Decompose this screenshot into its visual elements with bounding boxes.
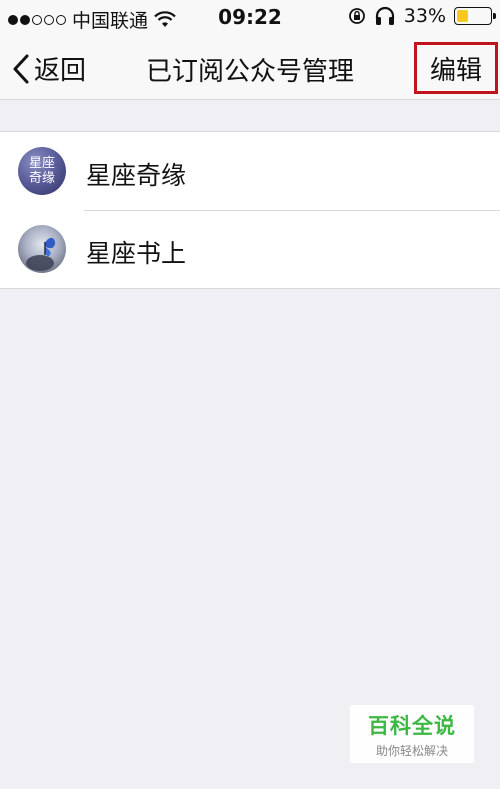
- avatar: [18, 225, 66, 273]
- avatar-text-line-1: 星座: [28, 156, 55, 171]
- battery-icon: [454, 7, 496, 25]
- status-right: 33%: [348, 5, 496, 27]
- edit-label: 编辑: [429, 55, 482, 86]
- navigation-bar: 返回 已订阅公众号管理 编辑: [0, 36, 500, 100]
- rotation-lock-icon: [348, 8, 365, 24]
- battery-fill: [457, 10, 468, 22]
- avatar-text-line-2: 奇缘: [28, 171, 55, 186]
- subscribed-account-list: 星座 奇缘 星座奇缘 星座书上: [0, 131, 500, 289]
- list-item-xingzuo-shushang[interactable]: 星座书上: [0, 210, 500, 288]
- edit-button[interactable]: 编辑: [414, 42, 498, 94]
- account-name: 星座奇缘: [86, 161, 187, 190]
- avatar: 星座 奇缘: [18, 147, 66, 195]
- butterfly-icon: [26, 237, 56, 271]
- list-item-xingzuo-qiyuan[interactable]: 星座 奇缘 星座奇缘: [0, 132, 500, 210]
- account-name: 星座书上: [86, 239, 187, 268]
- screen: 中国联通 09:22 33% 返回 已订阅公众号管理 编辑 星座 奇缘 星座奇缘…: [0, 0, 500, 789]
- watermark-logo: 百科全说 助你轻松解决: [350, 705, 474, 763]
- watermark-title: 百科全说: [368, 713, 456, 738]
- status-bar: 中国联通 09:22 33%: [0, 0, 500, 36]
- watermark-subtitle: 助你轻松解决: [375, 743, 448, 758]
- headphones-icon: [375, 6, 394, 25]
- battery-percent: 33%: [403, 5, 446, 27]
